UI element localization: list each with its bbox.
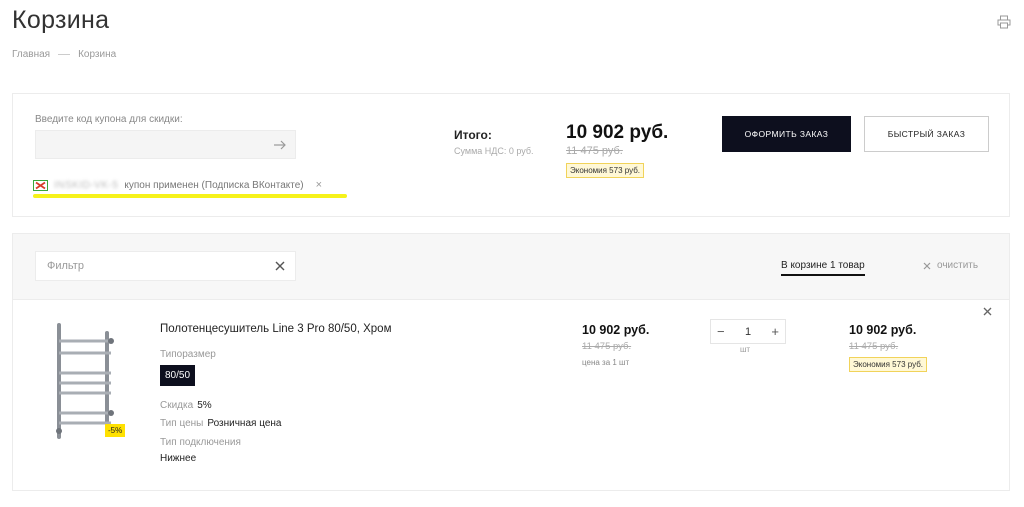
qty-minus-button[interactable]: − (717, 324, 725, 339)
coupon-code: INSKID-VK-5 (54, 179, 119, 191)
qty-value[interactable]: 1 (745, 326, 751, 338)
filter-placeholder: Фильтр (47, 260, 84, 272)
total-savings-badge: Экономия 573 руб. (566, 163, 645, 178)
qty-unit: шт (740, 345, 751, 354)
discount-row: Скидка 5% (160, 400, 212, 411)
breadcrumb-home[interactable]: Главная (12, 49, 50, 60)
price-type-label: Тип цены (160, 418, 204, 429)
product-name[interactable]: Полотенцесушитель Line 3 Pro 80/50, Хром (160, 323, 391, 335)
coupon-input[interactable] (35, 130, 296, 159)
coupon-tag-icon (33, 179, 48, 191)
connection-type-value: Нижнее (160, 453, 197, 464)
breadcrumb-current: Корзина (78, 49, 117, 60)
unit-price: 10 902 руб. (582, 323, 650, 337)
price-type-row: Тип цены Розничная цена (160, 418, 281, 429)
coupon-applied-text: купон применен (Подписка ВКонтакте) (124, 179, 304, 191)
order-summary-panel: Введите код купона для скидки: INSKID-VK… (12, 93, 1010, 217)
checkout-button[interactable]: оформить заказ (722, 116, 851, 152)
discount-badge: -5% (105, 424, 126, 437)
breadcrumb: Главная Корзина (12, 49, 116, 60)
total-price: 10 902 руб. (566, 122, 669, 143)
size-label: Типоразмер (160, 349, 216, 360)
unit-old-price: 11 475 руб. (582, 341, 632, 352)
filter-input[interactable]: Фильтр (35, 251, 296, 281)
arrow-right-icon[interactable] (273, 138, 287, 152)
close-icon[interactable] (274, 260, 286, 272)
cart-panel: Фильтр В корзине 1 товар очистить -5% По… (12, 233, 1010, 491)
close-icon[interactable] (983, 307, 992, 316)
breadcrumb-separator (58, 54, 71, 55)
clear-cart-button[interactable]: очистить (923, 260, 978, 271)
total-old-price: 11 475 руб. (566, 145, 623, 157)
total-label: Итого: (454, 128, 492, 142)
sum-savings-badge: Экономия 573 руб. (849, 357, 928, 372)
close-icon (923, 262, 931, 269)
cart-header: Фильтр В корзине 1 товар очистить (13, 234, 1009, 300)
sum-price: 10 902 руб. (849, 323, 917, 337)
highlight-underline (33, 194, 347, 198)
unit-price-note: цена за 1 шт (582, 358, 630, 367)
tab-in-cart[interactable]: В корзине 1 товар (781, 260, 865, 276)
product-image[interactable] (49, 321, 129, 441)
coupon-remove-button[interactable]: × (316, 179, 322, 191)
sum-old-price: 11 475 руб. (849, 341, 899, 352)
clear-cart-label: очистить (937, 260, 979, 271)
quick-order-button[interactable]: быстрый заказ (864, 116, 989, 152)
size-chip: 80/50 (160, 365, 196, 386)
connection-type-label: Тип подключения (160, 437, 241, 448)
page-title: Корзина (12, 6, 110, 34)
quantity-stepper[interactable]: − 1 + (710, 319, 786, 344)
print-icon[interactable] (997, 15, 1011, 29)
qty-plus-button[interactable]: + (771, 324, 779, 339)
vat-label: Сумма НДС: 0 руб. (454, 146, 534, 156)
coupon-applied: INSKID-VK-5 купон применен (Подписка ВКо… (33, 179, 322, 191)
coupon-label: Введите код купона для скидки: (35, 114, 183, 125)
price-type-value: Розничная цена (207, 418, 282, 429)
discount-value: 5% (197, 400, 212, 411)
discount-label: Скидка (160, 400, 194, 411)
